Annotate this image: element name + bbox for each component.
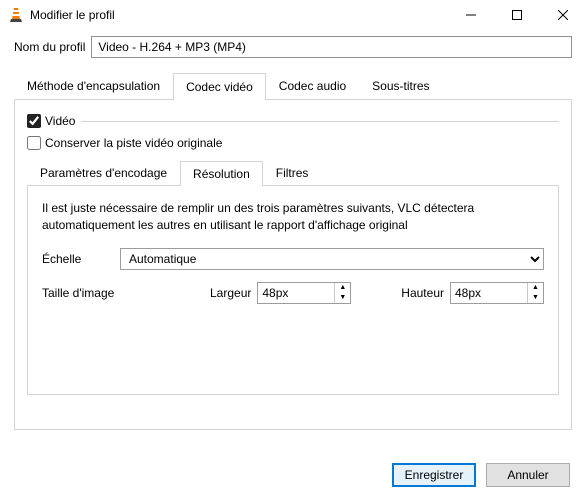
maximize-button[interactable] bbox=[494, 0, 540, 30]
spin-up-icon: ▲ bbox=[528, 283, 543, 293]
titlebar: Modifier le profil bbox=[0, 0, 586, 30]
width-spinner[interactable]: ▲ ▼ bbox=[334, 283, 350, 303]
tab-video-codec[interactable]: Codec vidéo bbox=[173, 73, 266, 100]
keep-original-checkbox[interactable] bbox=[27, 136, 41, 150]
window-title: Modifier le profil bbox=[30, 8, 448, 22]
height-label: Hauteur bbox=[401, 286, 444, 300]
width-label: Largeur bbox=[210, 286, 251, 300]
video-checkbox-label: Vidéo bbox=[45, 114, 75, 128]
spin-up-icon: ▲ bbox=[335, 283, 350, 293]
tab-subtitles[interactable]: Sous-titres bbox=[359, 72, 442, 99]
spin-down-icon: ▼ bbox=[528, 293, 543, 303]
resolution-panel: Il est juste nécessaire de remplir un de… bbox=[27, 186, 559, 395]
profile-name-input[interactable] bbox=[91, 36, 572, 58]
main-tabs: Méthode d'encapsulation Codec vidéo Code… bbox=[14, 72, 572, 100]
close-icon bbox=[558, 10, 568, 20]
video-checkbox[interactable] bbox=[27, 114, 41, 128]
spin-down-icon: ▼ bbox=[335, 293, 350, 303]
scale-select[interactable]: Automatique bbox=[120, 248, 544, 270]
keep-original-label: Conserver la piste vidéo originale bbox=[45, 136, 222, 150]
tab-encoding[interactable]: Paramètres d'encodage bbox=[27, 160, 180, 185]
framesize-label: Taille d'image bbox=[42, 286, 210, 300]
minimize-icon bbox=[466, 10, 476, 20]
close-button[interactable] bbox=[540, 0, 586, 30]
vlc-icon bbox=[8, 7, 24, 23]
tab-resolution[interactable]: Résolution bbox=[180, 161, 263, 186]
profile-name-label: Nom du profil bbox=[14, 40, 85, 54]
maximize-icon bbox=[512, 10, 522, 20]
tab-audio-codec[interactable]: Codec audio bbox=[266, 72, 359, 99]
tab-body-video: Vidéo Conserver la piste vidéo originale… bbox=[14, 100, 572, 430]
sub-tabs: Paramètres d'encodage Résolution Filtres bbox=[27, 160, 559, 186]
height-spinner[interactable]: ▲ ▼ bbox=[527, 283, 543, 303]
resolution-description: Il est juste nécessaire de remplir un de… bbox=[42, 200, 544, 234]
cancel-button[interactable]: Annuler bbox=[486, 463, 570, 487]
divider bbox=[81, 121, 559, 122]
dialog-footer: Enregistrer Annuler bbox=[392, 463, 570, 487]
tab-encapsulation[interactable]: Méthode d'encapsulation bbox=[14, 72, 173, 99]
save-button[interactable]: Enregistrer bbox=[392, 463, 476, 487]
minimize-button[interactable] bbox=[448, 0, 494, 30]
tab-filters[interactable]: Filtres bbox=[263, 160, 322, 185]
scale-label: Échelle bbox=[42, 252, 120, 266]
